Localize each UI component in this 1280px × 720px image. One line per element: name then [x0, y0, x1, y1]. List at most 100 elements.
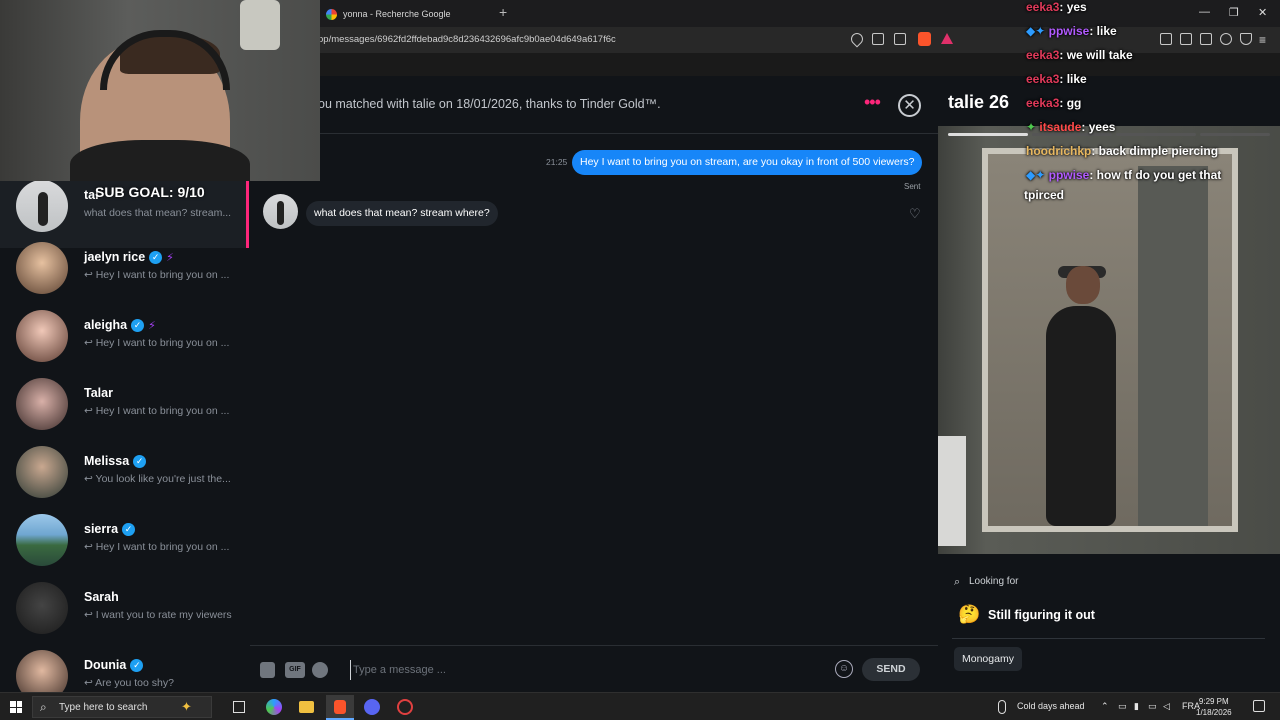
- taskbar-search[interactable]: ⌕ Type here to search ✦: [32, 696, 212, 718]
- verified-badge-icon: ✓: [131, 318, 145, 332]
- brave-rewards-icon[interactable]: [941, 33, 953, 44]
- notification-icon[interactable]: [1253, 700, 1265, 712]
- conversation-name: Melissa: [84, 454, 130, 468]
- chevron-up-icon[interactable]: ⌃: [1101, 701, 1109, 712]
- tab-title: yonna - Recherche Google: [343, 9, 451, 19]
- brave-shield-icon[interactable]: [918, 32, 931, 46]
- avatar: [16, 582, 68, 634]
- clock-date: 1/18/2026: [1196, 708, 1232, 717]
- sub-goal: SUB GOAL: 9/10: [95, 184, 205, 200]
- match-text: ou matched with talie on 18/01/2026, tha…: [318, 97, 661, 111]
- leo-ai-icon[interactable]: [1220, 33, 1232, 45]
- conversation-item-talar[interactable]: Talar ↩ Hey I want to bring you on ...: [0, 378, 249, 446]
- divider: [952, 638, 1265, 639]
- mic-icon[interactable]: ▮: [1134, 701, 1139, 712]
- verified-badge-icon: ✓: [122, 522, 136, 536]
- wallet-icon[interactable]: [1200, 33, 1212, 45]
- restore-icon[interactable]: ❐: [1229, 6, 1239, 19]
- close-circle-icon[interactable]: ✕: [898, 94, 921, 117]
- verified-badge-icon: ✓: [130, 658, 144, 672]
- share-icon[interactable]: [894, 33, 906, 45]
- avatar: [16, 446, 68, 498]
- conversation-item-dounia[interactable]: Dounia ✓ ↩ Are you too shy?: [0, 650, 249, 692]
- avatar: [16, 378, 68, 430]
- weather-icon[interactable]: [998, 700, 1006, 714]
- message-composer: GIF ☺ SEND: [250, 645, 938, 692]
- vpn-shield-icon[interactable]: [1240, 33, 1252, 45]
- sticker-icon[interactable]: [260, 662, 275, 678]
- badge-icon: ◆✦: [1026, 168, 1046, 182]
- avatar: [16, 310, 68, 362]
- network-icon[interactable]: ▭: [1118, 701, 1127, 712]
- avatar: [16, 514, 68, 566]
- emoji-icon[interactable]: ☺: [835, 660, 853, 678]
- conversation-preview: ↩ Are you too shy?: [84, 677, 174, 689]
- weather-text[interactable]: Cold days ahead: [1017, 701, 1085, 711]
- search-icon: ⌕: [954, 576, 961, 588]
- clock[interactable]: 9:29 PM 1/18/2026: [1196, 696, 1232, 718]
- conversation-item-aleigha[interactable]: aleigha ✓ ⚡ ↩ Hey I want to bring you on .…: [0, 310, 249, 378]
- sent-status: Sent: [904, 182, 921, 191]
- spotify-icon[interactable]: [312, 662, 328, 678]
- brave-icon: [334, 700, 346, 714]
- copilot-icon[interactable]: [266, 699, 282, 715]
- stream-chat-line: eeka3: like: [1026, 72, 1087, 86]
- photo-progress-3: [1116, 133, 1196, 136]
- send-button[interactable]: SEND: [862, 658, 920, 681]
- webcam-feed: [0, 0, 320, 181]
- url-field[interactable]: pp/messages/6962fd2ffdebad9c8d236432696a…: [318, 34, 616, 45]
- badge-icon: ✦: [1026, 120, 1037, 134]
- search-placeholder: Type here to search: [59, 702, 148, 713]
- bolt-icon: ⚡: [166, 251, 174, 264]
- battery-icon[interactable]: ▭: [1148, 701, 1157, 712]
- heart-icon[interactable]: ♡: [909, 206, 921, 222]
- file-explorer-icon[interactable]: [299, 701, 314, 713]
- badge-icon: ◆✦: [1026, 24, 1046, 38]
- conversation-item-sarah[interactable]: Sarah ↩ I want you to rate my viewers: [0, 582, 249, 650]
- more-dots-icon[interactable]: •••: [864, 92, 881, 113]
- interest-chip: Monogamy: [954, 647, 1022, 671]
- stream-chat-line: ◆✦ ppwise: like: [1026, 24, 1117, 38]
- conversation-preview: ↩ Hey I want to bring you on ...: [84, 405, 230, 417]
- incoming-message[interactable]: what does that mean? stream where?: [306, 201, 498, 226]
- conversation-item-jaelyn[interactable]: jaelyn rice ✓ ⚡ ↩ Hey I want to bring you …: [0, 242, 249, 310]
- new-tab-button[interactable]: +: [499, 4, 507, 20]
- gif-button[interactable]: GIF: [285, 662, 305, 678]
- avatar[interactable]: [263, 194, 298, 229]
- looking-for-value: Still figuring it out: [988, 608, 1095, 622]
- conversation-item-sierra[interactable]: sierra ✓ ↩ Hey I want to bring you on ...: [0, 514, 249, 582]
- conversation-name: sierra: [84, 522, 119, 536]
- browser-tab[interactable]: yonna - Recherche Google: [326, 3, 486, 25]
- search-icon: ⌕: [40, 700, 47, 714]
- menu-icon[interactable]: ≡: [1259, 33, 1266, 47]
- conversation-name: aleigha: [84, 318, 128, 332]
- task-view-icon[interactable]: [233, 701, 245, 713]
- stream-chat-line: eeka3: yes: [1026, 0, 1087, 14]
- discord-icon[interactable]: [364, 699, 380, 715]
- profile-photo[interactable]: [938, 126, 1280, 554]
- conversation-name: Talar: [84, 386, 113, 400]
- outgoing-message[interactable]: Hey I want to bring you on stream, are y…: [572, 150, 923, 175]
- photo-progress-1: [948, 133, 1028, 136]
- conversation-list: tal what does that mean? stream... jaely…: [0, 180, 249, 692]
- minimize-icon[interactable]: —: [1199, 6, 1210, 18]
- conversation-name: Sarah: [84, 590, 119, 604]
- music-icon[interactable]: [1160, 33, 1172, 45]
- sidebar-toggle-icon[interactable]: [1180, 33, 1192, 45]
- match-header: ou matched with talie on 18/01/2026, tha…: [250, 76, 938, 134]
- obs-icon[interactable]: [397, 699, 413, 715]
- windows-start-icon[interactable]: [10, 701, 22, 713]
- stream-chat-line: ◆✦ ppwise: how tf do you get that: [1026, 168, 1222, 182]
- conversation-preview: ↩ Hey I want to bring you on ...: [84, 541, 230, 553]
- cast-icon[interactable]: [872, 33, 884, 45]
- avatar: [16, 180, 68, 232]
- brave-taskbar-button[interactable]: [326, 695, 354, 720]
- close-window-icon[interactable]: ✕: [1258, 6, 1267, 19]
- volume-icon[interactable]: ◁: [1163, 701, 1170, 712]
- conversation-item-melissa[interactable]: Melissa ✓ ↩ You look like you're just the…: [0, 446, 249, 514]
- message-input[interactable]: [350, 660, 820, 680]
- conversation-preview: ↩ I want you to rate my viewers: [84, 609, 232, 621]
- verified-badge-icon: ✓: [133, 454, 147, 468]
- bolt-icon: ⚡: [148, 319, 156, 332]
- stream-chat-line: eeka3: we will take: [1026, 48, 1133, 62]
